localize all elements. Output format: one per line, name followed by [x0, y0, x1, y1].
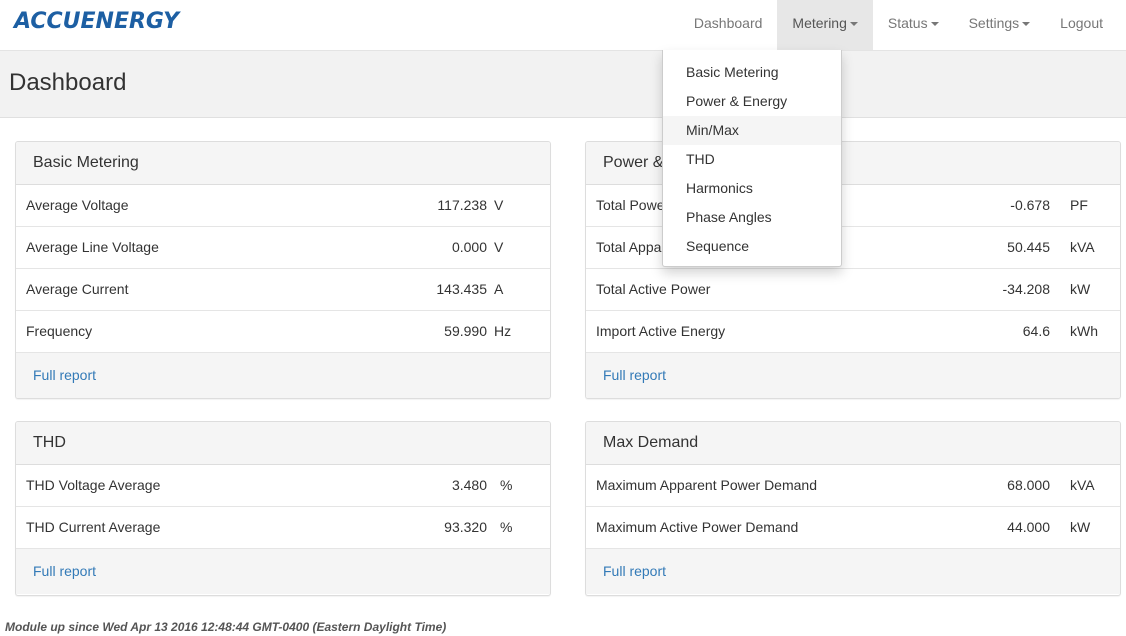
- basic-metering-panel: Basic Metering Average Voltage 117.238 V…: [15, 141, 551, 399]
- row-value: 143.435: [436, 281, 487, 297]
- row-value: 93.320: [444, 519, 487, 535]
- panel-footer: Full report: [16, 549, 550, 594]
- nav-status-label: Status: [887, 15, 928, 31]
- nav-dashboard[interactable]: Dashboard: [679, 0, 778, 50]
- table-row: Average Voltage 117.238 V: [16, 185, 550, 227]
- table-row: Import Active Energy 64.6 kWh: [586, 311, 1120, 353]
- row-unit: %: [500, 477, 513, 493]
- panel-title: THD: [16, 422, 550, 465]
- menu-item-harmonics[interactable]: Harmonics: [663, 174, 841, 203]
- panel-title: Max Demand: [586, 422, 1120, 465]
- table-row: Maximum Apparent Power Demand 68.000 kVA: [586, 465, 1120, 507]
- row-value: 50.445: [1007, 239, 1050, 255]
- row-label: Maximum Apparent Power Demand: [596, 477, 817, 493]
- nav-settings[interactable]: Settings: [954, 0, 1046, 50]
- menu-item-min-max[interactable]: Min/Max: [663, 116, 841, 145]
- menu-item-thd[interactable]: THD: [663, 145, 841, 174]
- metering-dropdown-menu: Basic Metering Power & Energy Min/Max TH…: [662, 50, 842, 267]
- row-unit: Hz: [494, 323, 512, 339]
- caret-down-icon: [930, 22, 939, 27]
- table-row: Maximum Active Power Demand 44.000 kW: [586, 507, 1120, 549]
- row-value: 68.000: [1007, 477, 1050, 493]
- accuenergy-logo[interactable]: ACCUENERGY: [14, 9, 179, 34]
- row-unit: kVA: [1070, 239, 1095, 255]
- caret-down-icon: [849, 22, 858, 27]
- row-unit: kW: [1070, 281, 1091, 297]
- row-value: 59.990: [444, 323, 487, 339]
- row-label: Total Active Power: [596, 281, 711, 297]
- nav-metering[interactable]: Metering: [777, 0, 873, 50]
- panel-footer: Full report: [586, 549, 1120, 594]
- table-row: Frequency 59.990 Hz: [16, 311, 550, 353]
- row-value: -0.678: [1010, 197, 1050, 213]
- row-unit: kWh: [1070, 323, 1098, 339]
- top-navbar: ACCUENERGY Dashboard Metering Status Set…: [0, 0, 1126, 51]
- row-value: 44.000: [1007, 519, 1050, 535]
- main-nav: Dashboard Metering Status Settings Logou…: [679, 0, 1118, 50]
- row-label: Average Current: [26, 281, 129, 297]
- nav-logout-label: Logout: [1060, 15, 1103, 31]
- table-row: Average Line Voltage 0.000 V: [16, 227, 550, 269]
- nav-status[interactable]: Status: [873, 0, 954, 50]
- row-value: -34.208: [1002, 281, 1050, 297]
- table-row: Total Active Power -34.208 kW: [586, 269, 1120, 311]
- row-unit: A: [494, 281, 504, 297]
- row-label: THD Current Average: [26, 519, 161, 535]
- panel-title: Basic Metering: [16, 142, 550, 185]
- max-demand-panel: Max Demand Maximum Apparent Power Demand…: [585, 421, 1121, 596]
- full-report-link[interactable]: Full report: [603, 367, 666, 383]
- menu-item-basic-metering[interactable]: Basic Metering: [663, 58, 841, 87]
- row-unit: kVA: [1070, 477, 1095, 493]
- panel-footer: Full report: [586, 353, 1120, 398]
- row-label: Maximum Active Power Demand: [596, 519, 799, 535]
- table-row: Average Current 143.435 A: [16, 269, 550, 311]
- row-unit: V: [494, 197, 504, 213]
- row-label: Frequency: [26, 323, 93, 339]
- full-report-link[interactable]: Full report: [603, 563, 666, 579]
- full-report-link[interactable]: Full report: [33, 563, 96, 579]
- row-value: 117.238: [437, 197, 487, 213]
- full-report-link[interactable]: Full report: [33, 367, 96, 383]
- nav-logout[interactable]: Logout: [1045, 0, 1118, 50]
- row-unit: V: [494, 239, 504, 255]
- caret-down-icon: [1022, 22, 1031, 27]
- page-title: Dashboard: [9, 69, 127, 96]
- menu-item-sequence[interactable]: Sequence: [663, 232, 841, 261]
- menu-item-phase-angles[interactable]: Phase Angles: [663, 203, 841, 232]
- row-unit: kW: [1070, 519, 1091, 535]
- table-row: THD Current Average 93.320 %: [16, 507, 550, 549]
- row-unit: %: [500, 519, 513, 535]
- row-value: 0.000: [451, 239, 487, 255]
- uptime-text: Module up since Wed Apr 13 2016 12:48:44…: [5, 620, 447, 634]
- row-unit: PF: [1070, 197, 1088, 213]
- menu-item-power-energy[interactable]: Power & Energy: [663, 87, 841, 116]
- row-value: 64.6: [1022, 323, 1050, 339]
- nav-dashboard-label: Dashboard: [693, 15, 763, 31]
- row-label: Average Voltage: [26, 197, 129, 213]
- nav-metering-label: Metering: [792, 15, 847, 31]
- table-row: THD Voltage Average 3.480 %: [16, 465, 550, 507]
- row-label: Import Active Energy: [596, 323, 726, 339]
- page-header: Dashboard: [0, 51, 1126, 118]
- panel-footer: Full report: [16, 353, 550, 398]
- row-label: Average Line Voltage: [26, 239, 159, 255]
- row-label: THD Voltage Average: [26, 477, 161, 493]
- nav-settings-label: Settings: [968, 15, 1020, 31]
- row-value: 3.480: [451, 477, 487, 493]
- thd-panel: THD THD Voltage Average 3.480 % THD Curr…: [15, 421, 551, 596]
